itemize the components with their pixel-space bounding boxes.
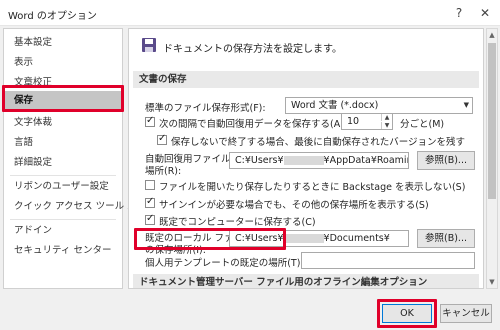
file-format-label: 標準のファイル保存形式(F): [145,103,266,114]
page-header: ドキュメントの保存方法を設定します。 [163,44,342,55]
browse-autorecover-button[interactable]: 参照(B)... [417,151,475,170]
autosave-checkbox[interactable] [145,115,155,127]
keep-last-checkbox[interactable] [157,133,167,145]
autorecover-path-suffix: ¥AppData¥Roaming¥M [323,155,408,166]
highlight-save-nav [2,85,124,112]
redacted-username [283,156,324,165]
scroll-up-icon[interactable]: ▲ [487,30,497,40]
save-disk-icon [142,38,156,52]
minutes-unit-label: 分ごと(M) [400,119,445,130]
autorecover-path-input[interactable]: C:¥Users¥ ¥AppData¥Roaming¥M [229,152,409,169]
sidebar-item-trust-center[interactable]: セキュリティ センター [4,241,122,261]
scrollbar-thumb[interactable] [488,43,496,199]
file-format-value: Word 文書 (*.docx) [291,100,379,111]
spin-up-icon[interactable]: ▲ [381,114,392,121]
spin-down-icon[interactable]: ▼ [381,122,392,129]
sidebar-item-ribbon[interactable]: リボンのユーザー設定 [4,177,122,197]
sidebar-divider [10,219,116,220]
title-bar: Word のオプション ? ✕ [0,0,500,26]
section-document-save: 文書の保存 [133,71,479,88]
autosave-label: 次の間隔で自動回復用データを保存する(A): [159,119,348,130]
sidebar-divider [10,175,116,176]
sidebar-item-typography[interactable]: 文字体裁 [4,113,122,133]
browse-default-local-button[interactable]: 参照(B)... [417,229,475,248]
sidebar-item-label: リボンのユーザー設定 [14,181,109,192]
sidebar-item-label: 表示 [14,57,34,68]
sidebar-item-label: 基本設定 [14,37,53,48]
autosave-minutes-value: 10 [347,116,360,127]
help-icon[interactable]: ? [448,3,470,23]
close-icon[interactable]: ✕ [474,3,496,23]
chevron-down-icon: ▼ [463,101,469,109]
sidebar-item-label: 言語 [14,137,34,148]
redacted-username [283,234,324,243]
save-to-computer-label: 既定でコンピューターに保存する(C) [159,217,316,228]
scroll-down-icon[interactable]: ▼ [487,277,497,287]
window-title: Word のオプション [8,11,97,22]
backstage-checkbox[interactable] [145,180,155,190]
sidebar-item-advanced[interactable]: 詳細設定 [4,153,122,173]
keep-last-label: 保存しないで終了する場合、最後に自動保存されたバージョンを残す [171,137,466,148]
content-scrollbar[interactable]: ▲ ▼ [486,28,498,289]
highlight-save-to-computer [134,228,286,250]
default-local-path-suffix: ¥Documents¥ [323,233,390,244]
sidebar-item-quick-access[interactable]: クイック アクセス ツール バー [4,197,146,217]
autorecover-location-label-2: 場所(R): [145,166,182,177]
sidebar-item-general[interactable]: 基本設定 [4,33,122,53]
sidebar-item-label: 文字体裁 [14,117,53,128]
sidebar-item-language[interactable]: 言語 [4,133,122,153]
personal-templates-label: 個人用テンプレートの既定の場所(T): [145,258,304,269]
sidebar-item-label: アドイン [14,225,53,236]
signin-checkbox[interactable] [145,196,155,208]
sidebar-item-display[interactable]: 表示 [4,53,122,73]
sidebar-item-addins[interactable]: アドイン [4,221,122,241]
sidebar: 基本設定 表示 文章校正 保存 文字体裁 言語 詳細設定 リボンのユーザー設定 … [3,28,146,289]
sidebar-item-label: 詳細設定 [14,157,53,168]
signin-label: サインインが必要な場合でも、その他の保存場所を表示する(S) [159,200,429,211]
save-to-computer-checkbox[interactable] [145,213,155,225]
backstage-label: ファイルを開いたり保存したりするときに Backstage を表示しない(S) [159,182,466,193]
autorecover-path-prefix: C:¥Users¥ [235,155,284,166]
file-format-dropdown[interactable]: Word 文書 (*.docx) ▼ [285,97,473,114]
personal-templates-input[interactable] [301,252,475,269]
sidebar-item-label: クイック アクセス ツール バー [14,201,147,212]
sidebar-item-label: セキュリティ センター [14,245,112,256]
highlight-ok-button [377,299,437,328]
dialog-body: 基本設定 表示 文章校正 保存 文字体裁 言語 詳細設定 リボンのユーザー設定 … [0,26,500,330]
cancel-button[interactable]: キャンセル [440,304,492,323]
section-offline-editing: ドキュメント管理サーバー ファイル用のオフライン編集オプション [133,274,479,288]
autosave-minutes-input[interactable]: 10 ▲ ▼ [341,113,393,130]
